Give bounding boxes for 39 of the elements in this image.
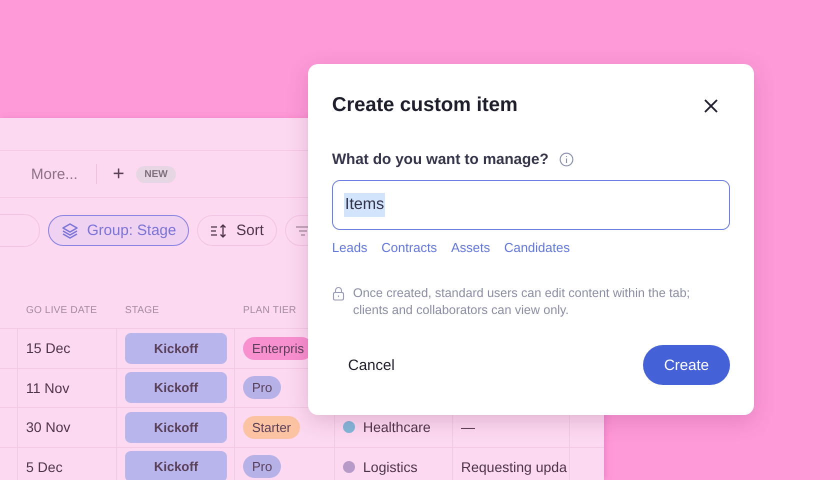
- layers-icon: [61, 222, 79, 240]
- table-cell: 11 Nov: [18, 368, 117, 407]
- table-cell: Requesting upda: [461, 458, 567, 475]
- stage-tag: Kickoff: [125, 372, 227, 404]
- column-header: PLAN TIER: [242, 304, 298, 316]
- info-text: Once created, standard users can edit content within the tab; clients and collaborators can view only.: [353, 285, 692, 319]
- add-button[interactable]: +: [112, 162, 124, 186]
- plan-tag: Starter: [243, 416, 300, 439]
- table-cell: Healthcare: [363, 419, 431, 436]
- input-field[interactable]: Items: [332, 180, 730, 230]
- table-cell: 5 Dec: [18, 448, 117, 480]
- suggestion-link[interactable]: Candidates: [504, 240, 570, 255]
- stage-tag: Kickoff: [125, 332, 227, 364]
- plan-tag: Pro: [243, 455, 282, 478]
- field-label: What do you want to manage?: [332, 151, 549, 168]
- sort-icon: [210, 222, 228, 240]
- column-header: STAGE: [124, 304, 160, 316]
- cancel-button[interactable]: Cancel: [332, 348, 411, 382]
- table-cell: Logistics: [363, 458, 418, 475]
- filter-icon: [296, 226, 310, 236]
- more-tab[interactable]: More...: [31, 166, 78, 182]
- new-badge: NEW: [136, 166, 176, 182]
- stage-tag: Kickoff: [125, 451, 227, 480]
- create-button[interactable]: Create: [642, 345, 730, 385]
- stage-tag: Kickoff: [125, 412, 227, 443]
- suggestion-link[interactable]: Assets: [451, 240, 490, 255]
- table-cell: 30 Nov: [18, 408, 117, 446]
- table-cell: 15 Dec: [18, 329, 117, 368]
- plan-tag: Pro: [243, 376, 282, 400]
- suggestion-link[interactable]: Contracts: [381, 240, 438, 255]
- info-icon: [558, 152, 574, 167]
- column-header: GO LIVE DATE: [25, 304, 98, 316]
- sort-button[interactable]: Sort: [197, 215, 277, 246]
- dialog-title: Create custom item: [332, 94, 518, 117]
- suggestion-link[interactable]: Leads: [332, 240, 368, 255]
- close-icon: [704, 98, 718, 112]
- lock-icon: [332, 286, 345, 301]
- group-button[interactable]: Group: Stage: [48, 215, 190, 246]
- table-cell: —: [461, 419, 475, 436]
